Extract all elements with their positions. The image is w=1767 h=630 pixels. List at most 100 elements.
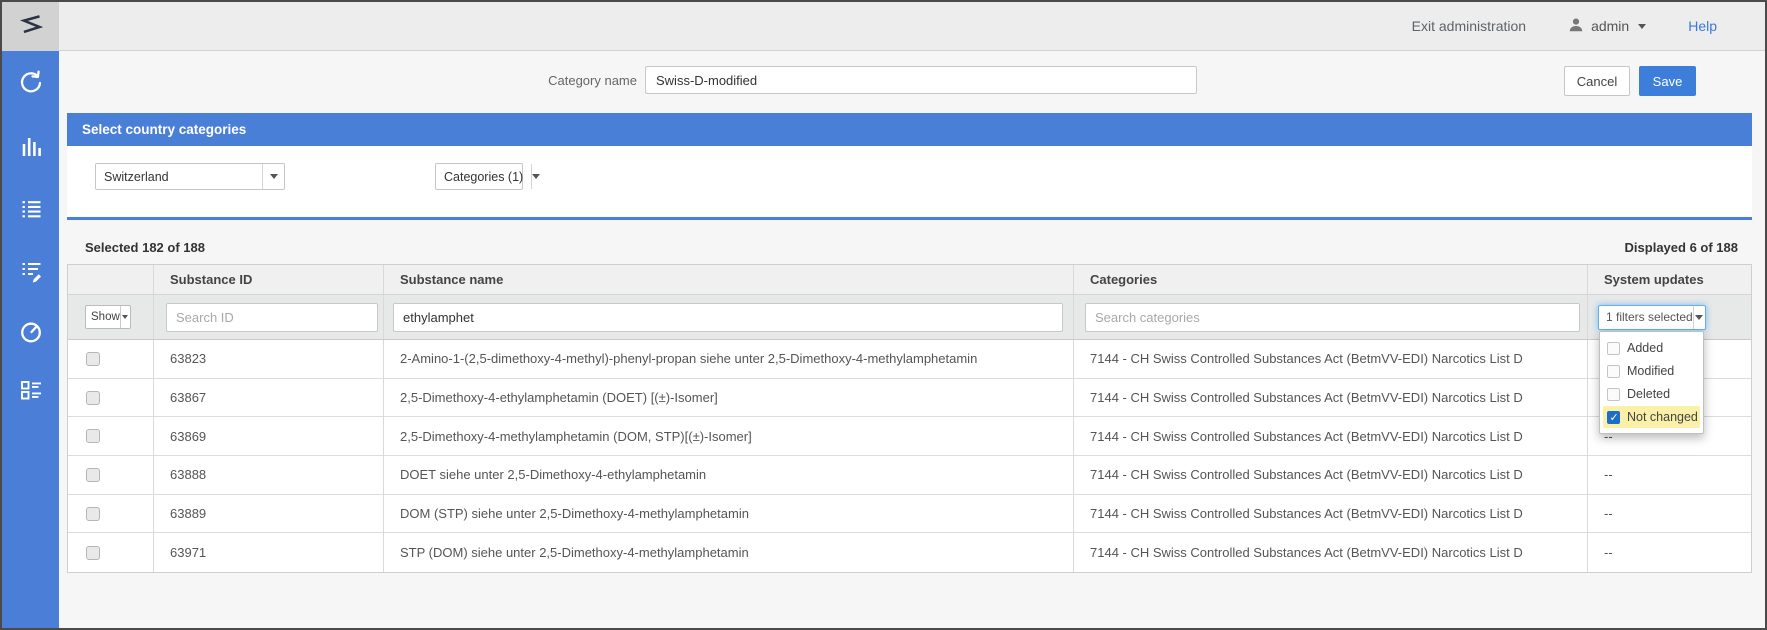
table-row: 63888 DOET siehe unter 2,5-Dimethoxy-4-e… xyxy=(68,456,1751,495)
sidebar-nav xyxy=(2,51,59,628)
category-name-input[interactable] xyxy=(645,66,1197,94)
cell-system-updates: -- xyxy=(1588,456,1751,494)
show-select[interactable]: Show xyxy=(85,305,131,329)
sidebar-item-list-edit[interactable] xyxy=(2,255,59,290)
header-substance-id[interactable]: Substance ID xyxy=(154,265,384,294)
category-name-label: Category name xyxy=(432,68,637,94)
row-checkbox[interactable] xyxy=(86,429,100,443)
row-checkbox[interactable] xyxy=(86,352,100,366)
filter-option-label: Deleted xyxy=(1627,387,1670,401)
sidebar-item-list[interactable] xyxy=(2,194,59,229)
forms-icon xyxy=(16,375,46,405)
cell-substance-name: STP (DOM) siehe unter 2,5-Dimethoxy-4-me… xyxy=(384,533,1074,572)
sidebar-item-timer[interactable] xyxy=(2,317,59,352)
bar-chart-icon xyxy=(16,132,46,162)
system-updates-filter-dropdown: Added Modified Deleted Not changed xyxy=(1599,331,1704,434)
list-edit-icon xyxy=(16,255,46,285)
sidebar-item-sync[interactable] xyxy=(2,68,59,103)
chevron-down-icon xyxy=(120,306,130,328)
save-button[interactable]: Save xyxy=(1639,66,1696,96)
cell-categories: 7144 - CH Swiss Controlled Substances Ac… xyxy=(1074,456,1588,494)
filter-option-label: Modified xyxy=(1627,364,1674,378)
system-updates-filter-select[interactable]: 1 filters selected xyxy=(1598,305,1706,330)
cell-substance-name: 2,5-Dimethoxy-4-ethylamphetamin (DOET) [… xyxy=(384,379,1074,417)
cell-categories: 7144 - CH Swiss Controlled Substances Ac… xyxy=(1074,533,1588,572)
filter-option-modified[interactable]: Modified xyxy=(1603,360,1700,382)
cell-system-updates: -- xyxy=(1588,533,1751,572)
user-name-label: admin xyxy=(1591,18,1629,34)
search-id-input[interactable] xyxy=(166,303,378,332)
panel-body: Switzerland Categories (1) xyxy=(67,146,1752,220)
filter-option-not-changed[interactable]: Not changed xyxy=(1603,406,1700,428)
filter-option-deleted[interactable]: Deleted xyxy=(1603,383,1700,405)
cell-substance-name: 2,5-Dimethoxy-4-methylamphetamin (DOM, S… xyxy=(384,417,1074,455)
table-header-row: Substance ID Substance name Categories S… xyxy=(68,265,1751,295)
categories-select[interactable]: Categories (1) xyxy=(435,163,523,190)
list-icon xyxy=(16,194,46,224)
person-icon xyxy=(1568,17,1584,36)
table-row: 63869 2,5-Dimethoxy-4-methylamphetamin (… xyxy=(68,417,1751,456)
chevron-down-icon xyxy=(1638,24,1646,29)
cell-substance-name: DOET siehe unter 2,5-Dimethoxy-4-ethylam… xyxy=(384,456,1074,494)
table-row: 63889 DOM (STP) siehe unter 2,5-Dimethox… xyxy=(68,495,1751,534)
sidebar-item-forms[interactable] xyxy=(2,375,59,410)
checkbox-checked[interactable] xyxy=(1607,411,1620,424)
header-select-column xyxy=(68,265,154,294)
sidebar-item-statistics[interactable] xyxy=(2,132,59,167)
search-categories-input[interactable] xyxy=(1085,303,1580,332)
cell-categories: 7144 - CH Swiss Controlled Substances Ac… xyxy=(1074,495,1588,533)
checkbox-unchecked[interactable] xyxy=(1607,365,1620,378)
checkbox-unchecked[interactable] xyxy=(1607,342,1620,355)
app-logo[interactable] xyxy=(2,2,59,51)
categories-select-value: Categories (1) xyxy=(436,170,531,184)
select-country-categories-panel: Select country categories Switzerland Ca… xyxy=(67,113,1752,220)
exit-administration-link[interactable]: Exit administration xyxy=(1412,18,1526,34)
cell-categories: 7144 - CH Swiss Controlled Substances Ac… xyxy=(1074,417,1588,455)
country-select[interactable]: Switzerland xyxy=(95,163,285,190)
cell-substance-name: 2-Amino-1-(2,5-dimethoxy-4-methyl)-pheny… xyxy=(384,340,1074,378)
cell-substance-name: DOM (STP) siehe unter 2,5-Dimethoxy-4-me… xyxy=(384,495,1074,533)
cell-categories: 7144 - CH Swiss Controlled Substances Ac… xyxy=(1074,340,1588,378)
row-checkbox[interactable] xyxy=(86,546,100,560)
cell-substance-id: 63869 xyxy=(154,417,384,455)
system-updates-filter-value: 1 filters selected xyxy=(1599,310,1693,324)
cell-substance-id: 63889 xyxy=(154,495,384,533)
admin-category-screen: Exit administration admin Help xyxy=(0,0,1767,630)
help-link[interactable]: Help xyxy=(1688,18,1717,34)
cell-substance-id: 63867 xyxy=(154,379,384,417)
table-row: 63971 STP (DOM) siehe unter 2,5-Dimethox… xyxy=(68,533,1751,572)
filter-option-label: Added xyxy=(1627,341,1663,355)
panel-title: Select country categories xyxy=(67,113,1752,146)
cell-substance-id: 63888 xyxy=(154,456,384,494)
country-select-value: Switzerland xyxy=(96,170,262,184)
displayed-count-label: Displayed 6 of 188 xyxy=(1625,240,1738,255)
cell-substance-id: 63823 xyxy=(154,340,384,378)
table-row: 63823 2-Amino-1-(2,5-dimethoxy-4-methyl)… xyxy=(68,340,1751,379)
filter-option-label: Not changed xyxy=(1627,410,1698,424)
cell-substance-id: 63971 xyxy=(154,533,384,572)
cell-system-updates: -- xyxy=(1588,495,1751,533)
table-row: 63867 2,5-Dimethoxy-4-ethylamphetamin (D… xyxy=(68,379,1751,418)
brand-logo-icon xyxy=(11,10,51,44)
chevron-down-icon xyxy=(1693,306,1705,329)
selected-count-label: Selected 182 of 188 xyxy=(85,240,205,255)
chevron-down-icon xyxy=(531,164,540,189)
sync-icon xyxy=(16,68,46,98)
row-checkbox[interactable] xyxy=(86,468,100,482)
row-checkbox[interactable] xyxy=(86,391,100,405)
table-filter-row: Show 1 filters selected xyxy=(68,295,1751,340)
top-bar: Exit administration admin Help xyxy=(2,2,1765,51)
user-menu[interactable]: admin xyxy=(1568,17,1646,36)
filter-option-added[interactable]: Added xyxy=(1603,337,1700,359)
cell-categories: 7144 - CH Swiss Controlled Substances Ac… xyxy=(1074,379,1588,417)
header-system-updates[interactable]: System updates xyxy=(1588,265,1751,294)
header-categories[interactable]: Categories xyxy=(1074,265,1588,294)
search-name-input[interactable] xyxy=(393,303,1063,332)
header-substance-name[interactable]: Substance name xyxy=(384,265,1074,294)
cancel-button[interactable]: Cancel xyxy=(1564,66,1630,96)
checkbox-unchecked[interactable] xyxy=(1607,388,1620,401)
show-select-value: Show xyxy=(86,311,120,323)
substances-table: Substance ID Substance name Categories S… xyxy=(67,264,1752,573)
row-checkbox[interactable] xyxy=(86,507,100,521)
chevron-down-icon xyxy=(262,164,284,189)
